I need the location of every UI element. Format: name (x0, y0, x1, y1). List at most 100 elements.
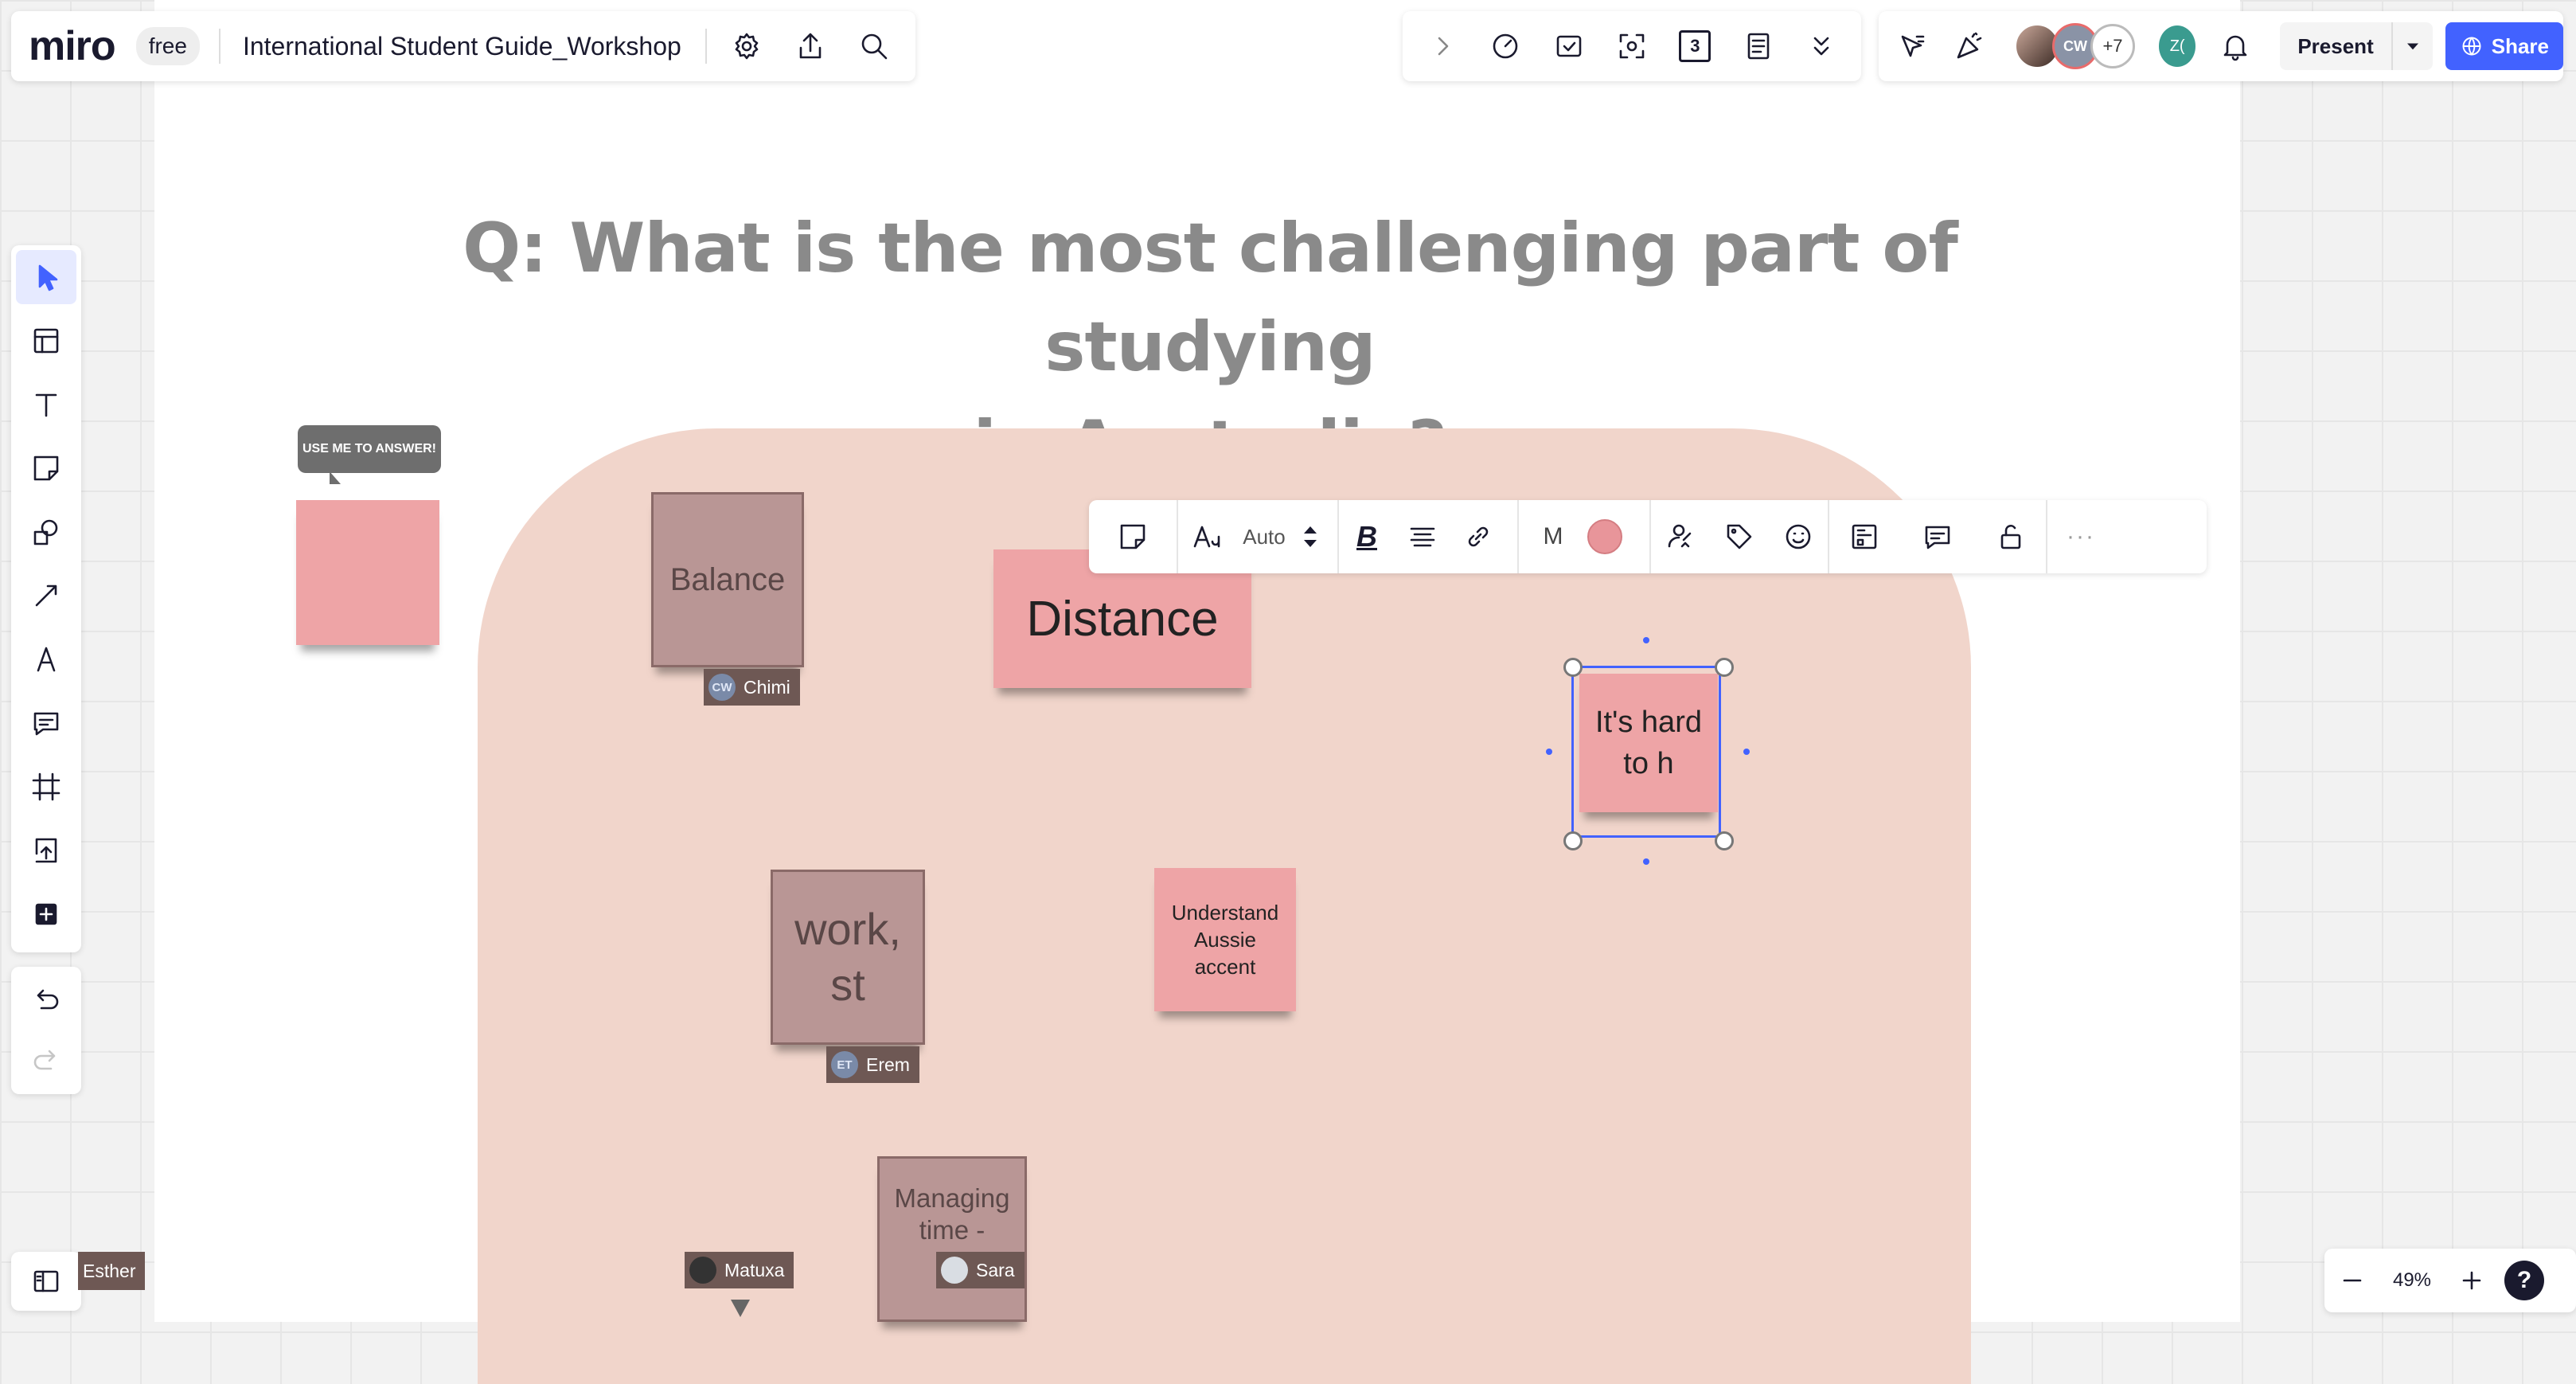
redo-icon[interactable] (16, 1035, 76, 1086)
sticky-balance[interactable]: Balance (651, 492, 804, 667)
undo-icon[interactable] (16, 975, 76, 1026)
link-icon[interactable] (1450, 521, 1506, 553)
sticky-managing-line-2: time - (919, 1215, 986, 1245)
zoom-in-icon[interactable] (2444, 1265, 2500, 1296)
attention-management-icon[interactable] (1616, 30, 1648, 62)
pen-icon[interactable] (16, 632, 76, 686)
connector-dot[interactable] (1546, 749, 1552, 755)
top-right-panel: CW +7 Z( Present Share (1879, 11, 2563, 81)
cursor-label-sara: Sara (936, 1252, 1025, 1288)
sticky-work-line-1: work, (794, 904, 901, 954)
more-collaborators-badge[interactable]: +7 (2090, 24, 2135, 68)
connector-dot[interactable] (1743, 749, 1750, 755)
shapes-icon[interactable] (16, 505, 76, 559)
bold-button[interactable]: B (1339, 520, 1395, 553)
cursor-label-erem: ET Erem (826, 1046, 919, 1083)
lock-icon[interactable] (1976, 521, 2046, 553)
sticky-format-toolbar: Auto B M ··· (1089, 500, 2207, 573)
font-size-value[interactable]: Auto (1234, 525, 1294, 549)
cursor-label-chimi: CW Chimi (704, 669, 800, 706)
sticky-work-line-2: st (830, 960, 865, 1010)
more-apps-plus-icon[interactable] (16, 887, 76, 941)
help-icon[interactable]: ? (2504, 1261, 2544, 1300)
sticky-note-icon[interactable] (16, 441, 76, 495)
avatar (941, 1257, 968, 1284)
emoji-reaction-icon[interactable] (1769, 521, 1828, 553)
reactions-party-icon[interactable] (1953, 30, 1985, 62)
sticky-managing-line-1: Managing (894, 1183, 1010, 1213)
instruction-callout[interactable]: USE ME TO ANSWER! (298, 425, 441, 473)
present-button[interactable]: Present (2280, 22, 2433, 70)
left-toolbar (11, 245, 81, 952)
connector-dot[interactable] (1643, 637, 1649, 643)
cursor-label-matuxa: Matuxa (685, 1252, 794, 1288)
sticky-shape-icon[interactable] (1089, 521, 1177, 553)
sticky-distance-text: Distance (1026, 591, 1219, 647)
cursor-label-esther: Esther (78, 1252, 146, 1290)
create-card-icon[interactable] (1829, 521, 1899, 553)
comment-icon[interactable] (16, 696, 76, 750)
board-sidebar-toggle-icon[interactable] (11, 1252, 81, 1311)
sticky-accent-line-2: Aussie (1193, 928, 1257, 952)
selection-box (1571, 666, 1721, 838)
present-dropdown-icon[interactable] (2391, 22, 2433, 70)
timer-icon[interactable] (1489, 30, 1521, 62)
sticky-accent-line-3: accent (1194, 955, 1256, 979)
resize-handle[interactable] (1563, 831, 1583, 850)
share-button[interactable]: Share (2445, 22, 2563, 70)
more-tools-chevron-icon[interactable] (1805, 30, 1837, 62)
upload-icon[interactable] (16, 823, 76, 878)
connection-line-icon[interactable] (16, 569, 76, 623)
search-icon[interactable] (850, 22, 898, 70)
avatar: ET (831, 1051, 858, 1078)
zoom-level[interactable]: 49% (2380, 1269, 2444, 1292)
cursor-name: Chimi (744, 676, 790, 698)
share-label: Share (2491, 33, 2549, 58)
export-upload-icon[interactable] (786, 22, 834, 70)
sticky-size-button[interactable]: M (1519, 523, 1587, 550)
top-left-panel: miro free International Student Guide_Wo… (11, 11, 915, 81)
assign-owner-icon[interactable] (1651, 521, 1710, 553)
font-family-icon[interactable] (1178, 521, 1234, 553)
notes-icon[interactable] (1743, 30, 1774, 62)
voting-icon[interactable] (1553, 30, 1585, 62)
templates-icon[interactable] (16, 314, 76, 368)
sticky-managing-time[interactable]: Managing time - W (877, 1156, 1027, 1322)
expand-chevron-icon[interactable] (1427, 30, 1458, 62)
select-tool-icon[interactable] (16, 250, 76, 304)
cursor-select-icon[interactable] (1896, 30, 1928, 62)
board-tools-panel: 3 (1403, 11, 1861, 81)
sticky-work[interactable]: work, st (771, 870, 925, 1045)
resize-handle[interactable] (1563, 658, 1583, 677)
tag-icon[interactable] (1710, 521, 1769, 553)
miro-logo[interactable]: miro (29, 22, 116, 70)
callout-tail (330, 471, 352, 484)
zoom-panel: 49% ? (2324, 1249, 2576, 1312)
globe-icon (2460, 34, 2484, 58)
text-align-icon[interactable] (1395, 521, 1450, 553)
sticky-aussie-accent[interactable]: Understand Aussie accent (1154, 868, 1296, 1011)
resize-handle[interactable] (1715, 658, 1734, 677)
zoom-out-icon[interactable] (2324, 1265, 2380, 1296)
comment-add-icon[interactable] (1899, 521, 1976, 553)
my-avatar[interactable]: Z( (2159, 25, 2196, 67)
sticky-accent-line-1: Understand (1171, 901, 1279, 925)
blank-sticky-note[interactable] (296, 500, 439, 645)
cursor-pointer-icon (731, 1300, 750, 1317)
board-title[interactable]: International Student Guide_Workshop (243, 32, 681, 61)
undo-redo-panel (11, 967, 81, 1094)
text-tool-icon[interactable] (16, 377, 76, 432)
sticky-color-swatch[interactable] (1587, 519, 1622, 554)
connector-dot[interactable] (1643, 858, 1649, 865)
frames-count-icon[interactable]: 3 (1679, 30, 1711, 62)
collaborator-avatars[interactable]: CW +7 (2014, 23, 2135, 69)
question-line-1: Q: What is the most challenging part of … (463, 209, 1958, 387)
notifications-bell-icon[interactable] (2219, 30, 2251, 62)
plan-badge[interactable]: free (135, 27, 200, 65)
more-options-icon[interactable]: ··· (2047, 523, 2114, 550)
settings-gear-icon[interactable] (723, 22, 771, 70)
resize-handle[interactable] (1715, 831, 1734, 850)
frame-tool-icon[interactable] (16, 760, 76, 814)
font-size-stepper-icon[interactable] (1294, 521, 1326, 553)
sticky-balance-text: Balance (669, 561, 786, 597)
